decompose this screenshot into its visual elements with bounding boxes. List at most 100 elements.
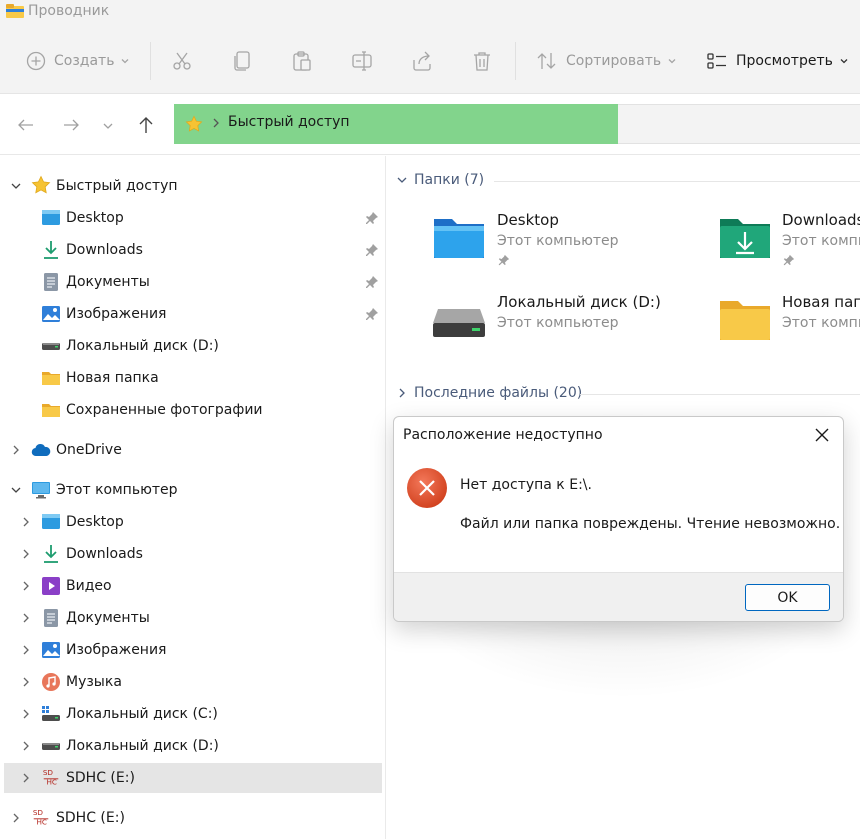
chevron-down-icon (840, 59, 848, 64)
share-button[interactable] (411, 48, 433, 74)
pin-icon[interactable] (365, 275, 379, 289)
pictures-icon (42, 306, 60, 322)
error-dialog: Расположение недоступно Нет доступа к E:… (393, 416, 844, 622)
folder-location: Этот компьютер (497, 233, 619, 249)
sidebar-item-pc-documents[interactable]: Документы (0, 603, 386, 633)
toolbar-divider (515, 42, 516, 80)
pin-icon[interactable] (365, 307, 379, 321)
forward-arrow-icon[interactable] (61, 115, 81, 135)
address-bar[interactable]: Быстрый доступ (174, 104, 618, 144)
breadcrumb-quick-access[interactable]: Быстрый доступ (228, 114, 350, 130)
sidebar-item-pc-sdhc-e[interactable]: SD HC SDHC (E:) (4, 763, 382, 793)
sdhc-icon: SDHC (33, 808, 49, 826)
view-button[interactable]: Просмотреть (706, 48, 849, 74)
folder-tile-new-folder[interactable]: Новая папк Этот компь (718, 293, 860, 353)
cut-button[interactable] (171, 48, 193, 74)
chevron-right-icon[interactable] (20, 516, 32, 528)
sidebar-item-label: Документы (66, 610, 150, 626)
navigation-bar: Быстрый доступ (0, 95, 860, 155)
recent-locations-chevron-icon[interactable] (102, 115, 114, 135)
section-divider (494, 181, 860, 182)
sidebar-item-local-disk-d[interactable]: Локальный диск (D:) (0, 331, 386, 361)
close-icon[interactable] (814, 427, 830, 443)
sort-label: Сортировать (566, 53, 662, 69)
sidebar-item-label: Новая папка (66, 370, 159, 386)
chevron-down-icon[interactable] (10, 484, 22, 496)
pin-icon[interactable] (365, 243, 379, 257)
sidebar-item-desktop[interactable]: Desktop (0, 203, 386, 233)
sidebar-item-pictures[interactable]: Изображения (0, 299, 386, 329)
folder-tile-local-disk-d[interactable]: Локальный диск (D:) Этот компьютер (432, 293, 712, 353)
star-icon (31, 175, 51, 194)
up-arrow-icon[interactable] (136, 115, 156, 135)
sidebar-item-pc-local-disk-c[interactable]: Локальный диск (C:) (0, 699, 386, 729)
chevron-right-icon[interactable] (20, 612, 32, 624)
section-divider (580, 394, 860, 395)
sdhc-icon: SDHC (43, 768, 59, 786)
create-button[interactable]: Создать (26, 48, 130, 74)
sidebar-item-label: Downloads (66, 546, 143, 562)
address-bar-empty-area[interactable] (618, 104, 860, 144)
chevron-right-icon[interactable] (20, 740, 32, 752)
sidebar-item-onedrive[interactable]: OneDrive (0, 435, 386, 465)
sidebar-item-quick-access[interactable]: Быстрый доступ (0, 171, 386, 201)
sidebar-item-sdhc-e[interactable]: SD HC SDHC (E:) (0, 803, 386, 833)
desktop-icon (42, 514, 60, 529)
chevron-right-icon[interactable] (20, 708, 32, 720)
chevron-right-icon[interactable] (10, 444, 22, 456)
ok-button[interactable]: OK (745, 584, 830, 611)
chevron-down-icon[interactable] (10, 180, 22, 192)
sidebar-item-documents[interactable]: Документы (0, 267, 386, 297)
sidebar-item-this-pc[interactable]: Этот компьютер (0, 475, 386, 505)
sidebar-item-pc-pictures[interactable]: Изображения (0, 635, 386, 665)
sidebar-item-label: SDHC (E:) (66, 770, 135, 786)
svg-text:SD: SD (43, 768, 54, 777)
sidebar-item-pc-video[interactable]: Видео (0, 571, 386, 601)
svg-text:SD: SD (33, 808, 44, 817)
folder-name: Локальный диск (D:) (497, 293, 661, 311)
music-icon (42, 673, 60, 691)
sidebar-item-label: OneDrive (56, 442, 122, 458)
view-list-icon (707, 53, 726, 69)
delete-button[interactable] (471, 48, 493, 74)
sort-button[interactable]: Сортировать (536, 48, 677, 74)
documents-icon (44, 609, 58, 627)
sidebar-item-pc-downloads[interactable]: Downloads (0, 539, 386, 569)
sidebar-item-downloads[interactable]: Downloads (0, 235, 386, 265)
chevron-right-icon[interactable] (20, 644, 32, 656)
sidebar-item-saved-photos[interactable]: Сохраненные фотографии (0, 395, 386, 425)
chevron-right-icon[interactable] (10, 812, 22, 824)
recent-files-section-header[interactable]: Последние файлы (20) (396, 385, 582, 401)
sidebar-item-pc-music[interactable]: Музыка (0, 667, 386, 697)
sidebar-item-pc-local-disk-d[interactable]: Локальный диск (D:) (0, 731, 386, 761)
sidebar-item-label: Быстрый доступ (56, 178, 178, 194)
dialog-title: Расположение недоступно (403, 427, 603, 443)
chevron-right-icon[interactable] (20, 548, 32, 560)
sidebar-item-pc-desktop[interactable]: Desktop (0, 507, 386, 537)
folder-icon (42, 404, 60, 417)
chevron-right-icon[interactable] (20, 580, 32, 592)
view-label: Просмотреть (736, 53, 833, 69)
rename-button[interactable] (351, 48, 373, 74)
desktop-icon (42, 210, 60, 225)
share-icon (413, 51, 431, 71)
chevron-right-icon[interactable] (20, 772, 32, 784)
copy-button[interactable] (232, 48, 254, 74)
system-drive-icon (42, 706, 60, 721)
paste-button[interactable] (291, 48, 313, 74)
sidebar-item-label: Музыка (66, 674, 122, 690)
chevron-right-icon[interactable] (20, 676, 32, 688)
downloads-icon (44, 545, 58, 563)
pin-icon[interactable] (365, 211, 379, 225)
dialog-message-detail: Файл или папка повреждены. Чтение невозм… (460, 516, 841, 532)
recent-files-section-title: Последние файлы (20) (414, 385, 583, 401)
back-arrow-icon[interactable] (16, 115, 36, 135)
navigation-pane: Быстрый доступ Desktop Downloads Докумен… (0, 156, 386, 839)
folders-section-header[interactable]: Папки (7) (396, 172, 484, 188)
error-icon (407, 468, 447, 508)
folder-tile-desktop[interactable]: Desktop Этот компьютер (432, 211, 712, 271)
toolbar-divider (150, 42, 151, 80)
sidebar-item-new-folder[interactable]: Новая папка (0, 363, 386, 393)
drive-icon (42, 743, 60, 750)
folder-tile-downloads[interactable]: Downloads Этот компью (718, 211, 860, 271)
